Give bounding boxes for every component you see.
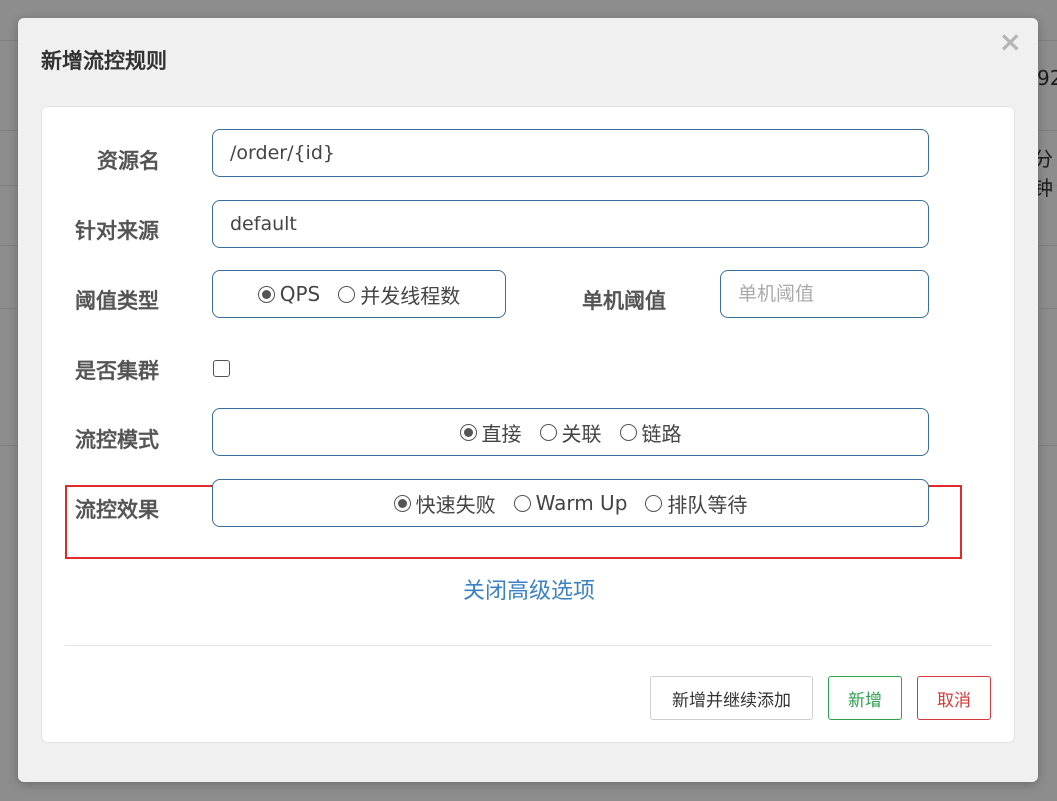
option-label: 并发线程数 [360, 283, 461, 308]
radio-checked-icon [257, 285, 275, 303]
close-advanced-options-link[interactable]: 关闭高级选项 [42, 573, 1016, 605]
add-button[interactable]: 新增 [828, 676, 902, 720]
control-mode-option-relate[interactable]: 关联 [539, 418, 602, 447]
dialog-title: 新增流控规则 [41, 49, 167, 73]
cluster-checkbox[interactable] [213, 360, 230, 377]
single-threshold-field [720, 270, 929, 318]
single-threshold-input[interactable] [721, 271, 928, 317]
radio-checked-icon [459, 423, 477, 441]
control-mode-option-chain[interactable]: 链路 [619, 418, 682, 447]
origin-input[interactable] [213, 201, 928, 247]
resource-field [212, 129, 929, 177]
control-effect-option-queue[interactable]: 排队等待 [645, 489, 747, 518]
add-flow-rule-dialog: 新增流控规则 × 资源名 针对来源 阈值类型 QPS 并发线程数 单机阈值 [18, 18, 1038, 782]
cluster-label: 是否集群 [75, 359, 159, 383]
control-mode-label: 流控模式 [75, 428, 159, 452]
option-label: 直接 [481, 421, 522, 446]
control-mode-option-direct[interactable]: 直接 [459, 418, 522, 447]
option-label: QPS [279, 282, 321, 306]
cancel-button[interactable]: 取消 [917, 676, 991, 720]
threshold-type-label: 阈值类型 [75, 289, 159, 313]
radio-unchecked-icon [619, 423, 637, 441]
origin-label: 针对来源 [75, 219, 159, 243]
resource-label: 资源名 [97, 149, 160, 173]
threshold-type-option-thread[interactable]: 并发线程数 [338, 280, 460, 309]
radio-unchecked-icon [539, 423, 557, 441]
control-effect-radio-group: 快速失败 Warm Up 排队等待 [212, 479, 929, 527]
radio-unchecked-icon [513, 494, 531, 512]
footer-divider [65, 645, 992, 646]
origin-field [212, 200, 929, 248]
radio-checked-icon [393, 494, 411, 512]
threshold-type-radio-group: QPS 并发线程数 [212, 270, 506, 318]
option-label: 关联 [561, 421, 602, 446]
option-label: 快速失败 [415, 492, 496, 517]
radio-unchecked-icon [338, 285, 356, 303]
threshold-type-option-qps[interactable]: QPS [257, 282, 321, 306]
resource-input[interactable] [213, 130, 928, 176]
option-label: 链路 [641, 421, 682, 446]
control-effect-option-warm-up[interactable]: Warm Up [513, 491, 628, 515]
close-icon[interactable]: × [999, 28, 1022, 56]
control-effect-label: 流控效果 [75, 498, 159, 522]
control-mode-radio-group: 直接 关联 链路 [212, 408, 929, 456]
option-label: 排队等待 [667, 492, 748, 517]
option-label: Warm Up [535, 491, 628, 515]
control-effect-option-fast-fail[interactable]: 快速失败 [393, 489, 496, 518]
form-panel: 资源名 针对来源 阈值类型 QPS 并发线程数 单机阈值 是否集群 [41, 106, 1015, 743]
add-and-continue-button[interactable]: 新增并继续添加 [650, 676, 813, 720]
radio-unchecked-icon [645, 494, 663, 512]
single-threshold-label: 单机阈值 [582, 289, 666, 313]
